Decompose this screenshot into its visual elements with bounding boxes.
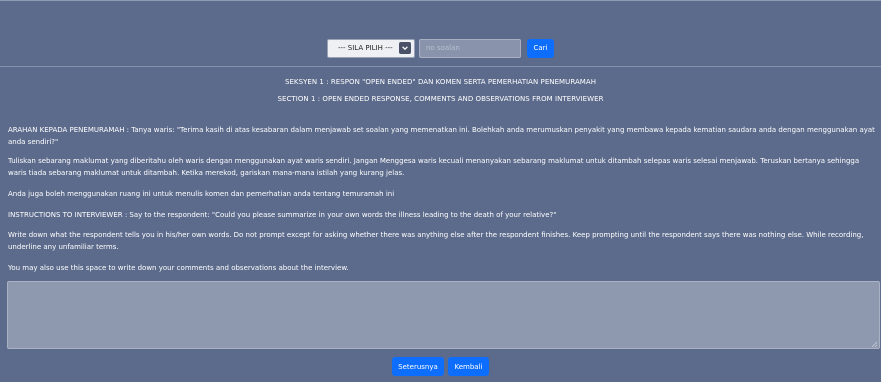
back-button[interactable]: Kembali	[448, 357, 489, 376]
header-divider	[0, 66, 881, 67]
instruction-english-record: Write down what the respondent tells you…	[8, 231, 864, 251]
top-border	[0, 0, 881, 1]
instruction-malay-ask: ARAHAN KEPADA PENEMURAMAH : Tanya waris:…	[8, 126, 875, 146]
section-title-malay: SEKSYEN 1 : RESPON "OPEN ENDED" DAN KOME…	[284, 78, 597, 86]
question-number-input[interactable]	[419, 38, 521, 58]
navigation-bar: Seterusnya Kembali	[0, 357, 881, 377]
question-select-value: --- SILA PILIH ---	[338, 44, 393, 52]
instruction-malay-comments: Anda juga boleh menggunakan ruang ini un…	[8, 190, 395, 198]
instruction-malay-record: Tuliskan sebarang maklumat yang diberita…	[8, 157, 860, 177]
resize-grip-icon[interactable]	[870, 340, 878, 348]
search-button[interactable]: Cari	[527, 38, 554, 58]
instruction-english-comments: You may also use this space to write dow…	[8, 264, 349, 272]
question-select[interactable]: --- SILA PILIH ---	[327, 38, 415, 58]
section-title-english: SECTION 1 : OPEN ENDED RESPONSE, COMMENT…	[277, 95, 604, 103]
response-textarea[interactable]	[7, 281, 880, 349]
next-button[interactable]: Seterusnya	[392, 357, 444, 376]
instruction-english-ask: INSTRUCTIONS TO INTERVIEWER : Say to the…	[8, 211, 557, 219]
question-search-bar: --- SILA PILIH --- Cari	[0, 38, 881, 58]
chevron-down-icon[interactable]	[399, 42, 411, 54]
